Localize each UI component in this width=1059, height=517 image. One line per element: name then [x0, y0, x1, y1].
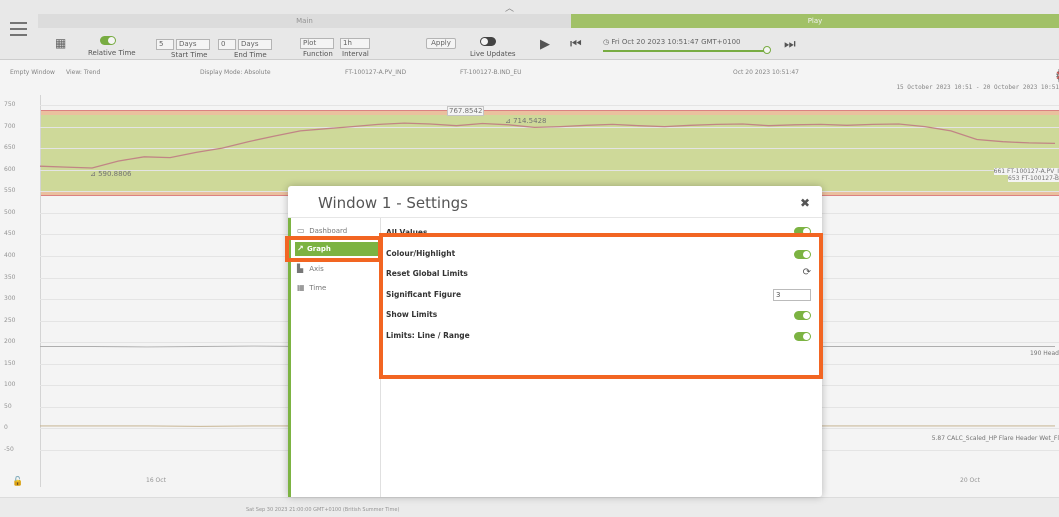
- nav-time-label: Time: [309, 284, 327, 292]
- axis-icon: ▙: [297, 264, 304, 273]
- nav-axis[interactable]: ▙ Axis: [295, 262, 380, 276]
- nav-dashboard-label: Dashboard: [309, 227, 348, 235]
- nav-time[interactable]: ▦ Time: [295, 281, 380, 295]
- close-icon[interactable]: ✖: [800, 196, 810, 210]
- time-icon: ▦: [297, 283, 305, 292]
- highlight-graph-tab: [285, 236, 382, 262]
- highlight-graph-settings: [379, 233, 823, 379]
- nav-axis-label: Axis: [309, 265, 324, 273]
- modal-title: Window 1 - Settings: [318, 194, 468, 212]
